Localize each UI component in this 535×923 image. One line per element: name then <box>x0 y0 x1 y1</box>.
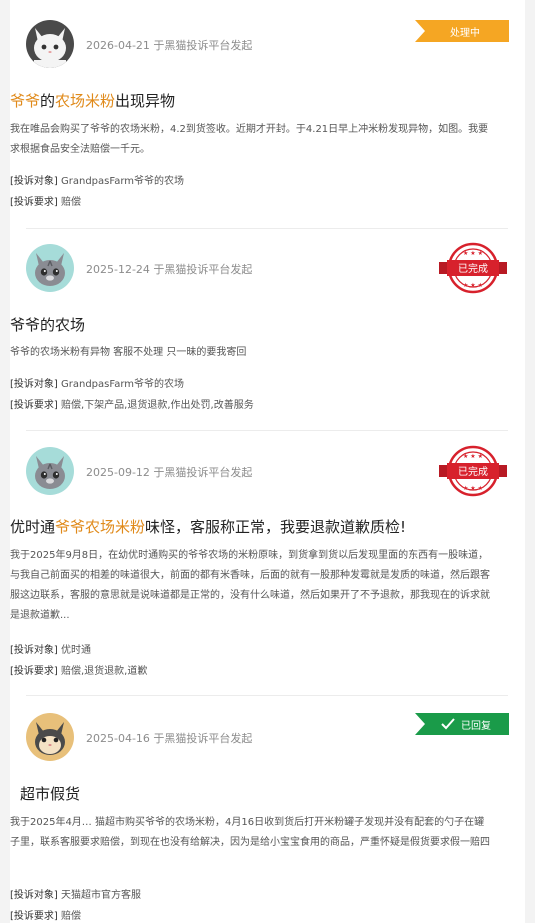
target-label: [投诉对象] <box>10 890 58 901</box>
completed-stamp-icon: 已完成 ★ ★ ★ ★ ★ ★ <box>437 443 509 499</box>
complaint-list: 2026-04-21 于黑猫投诉平台发起 处理中 爷爷的农场米粉出现异物 我在唯… <box>10 0 525 923</box>
title-text: 味怪，客服称正常，我要退款道歉质检! <box>145 518 407 536</box>
complaint-title[interactable]: 超市假货 <box>20 783 80 804</box>
complaint-demand: [投诉要求] 赔偿,下架产品,退货退款,作出处罚,改善服务 <box>10 396 254 411</box>
complaint-target: [投诉对象] GrandpasFarm爷爷的农场 <box>10 375 184 390</box>
complaint-card[interactable]: 2025-12-24 于黑猫投诉平台发起 已完成 ★ ★ ★ ★ ★ ★ 爷爷的… <box>10 242 525 411</box>
complaint-demand: [投诉要求] 赔偿 <box>10 907 81 922</box>
cat-avatar-icon[interactable] <box>26 244 74 292</box>
demand-value: 赔偿,下架产品,退货退款,作出处罚,改善服务 <box>61 400 254 411</box>
target-label: [投诉对象] <box>10 379 58 390</box>
cat-avatar-icon[interactable] <box>26 713 74 761</box>
complaint-description: 我在唯品会购买了爷爷的农场米粉，4.2到货签收。近期才开封。于4.21日早上冲米… <box>10 124 489 155</box>
status-label: 已完成 <box>458 465 488 478</box>
demand-label: [投诉要求] <box>10 911 58 922</box>
demand-value: 赔偿 <box>61 911 81 922</box>
status-label: 已完成 <box>458 262 488 275</box>
demand-value: 赔偿 <box>61 197 81 208</box>
complaint-card[interactable]: 2025-09-12 于黑猫投诉平台发起 已完成 ★ ★ ★ ★ ★ ★ 优时通… <box>10 445 525 677</box>
title-highlight: 农场米粉 <box>55 92 116 110</box>
completed-stamp-icon: 已完成 ★ ★ ★ ★ ★ ★ <box>437 240 509 296</box>
complaint-demand: [投诉要求] 赔偿 <box>10 193 81 208</box>
target-value: 优时通 <box>61 645 91 656</box>
demand-value: 赔偿,退货退款,道歉 <box>61 666 148 677</box>
complaint-meta: 2025-04-16 于黑猫投诉平台发起 <box>86 732 253 745</box>
svg-text:★ ★ ★: ★ ★ ★ <box>463 485 483 492</box>
divider <box>26 695 508 696</box>
complaint-title[interactable]: 爷爷的农场 <box>10 314 85 335</box>
status-badge-replied: 已回复 <box>415 713 509 735</box>
title-text: 的 <box>40 92 56 110</box>
status-label: 已回复 <box>461 720 491 732</box>
svg-text:★ ★ ★: ★ ★ ★ <box>463 453 483 460</box>
demand-label: [投诉要求] <box>10 197 58 208</box>
cat-avatar-icon[interactable] <box>26 20 74 68</box>
svg-text:★ ★ ★: ★ ★ ★ <box>463 250 483 257</box>
divider <box>26 430 508 431</box>
target-label: [投诉对象] <box>10 645 58 656</box>
target-value: 天猫超市官方客服 <box>61 890 141 901</box>
target-label: [投诉对象] <box>10 176 58 187</box>
target-value: GrandpasFarm爷爷的农场 <box>61 379 184 390</box>
demand-label: [投诉要求] <box>10 400 58 411</box>
target-value: GrandpasFarm爷爷的农场 <box>61 176 184 187</box>
complaint-meta: 2026-04-21 于黑猫投诉平台发起 <box>86 39 253 52</box>
divider <box>26 228 508 229</box>
complaint-meta: 2025-12-24 于黑猫投诉平台发起 <box>86 263 253 276</box>
title-highlight: 爷爷农场米粉 <box>55 518 146 536</box>
title-text: 优时通 <box>10 518 56 536</box>
complaint-description: 爷爷的农场米粉有异物 客服不处理 只一昧的要我寄回 <box>10 347 247 358</box>
complaint-title[interactable]: 优时通爷爷农场米粉味怪，客服称正常，我要退款道歉质检! <box>10 516 406 537</box>
complaint-card[interactable]: 2026-04-21 于黑猫投诉平台发起 处理中 爷爷的农场米粉出现异物 我在唯… <box>10 20 525 208</box>
complaint-target: [投诉对象] 天猫超市官方客服 <box>10 886 141 901</box>
check-icon <box>441 718 455 730</box>
title-highlight: 爷爷 <box>10 92 41 110</box>
complaint-title[interactable]: 爷爷的农场米粉出现异物 <box>10 90 175 111</box>
complaint-demand: [投诉要求] 赔偿,退货退款,道歉 <box>10 662 147 677</box>
complaint-meta: 2025-09-12 于黑猫投诉平台发起 <box>86 466 253 479</box>
status-badge-processing: 处理中 <box>415 20 509 42</box>
complaint-target: [投诉对象] GrandpasFarm爷爷的农场 <box>10 172 184 187</box>
status-label: 处理中 <box>450 27 480 39</box>
complaint-description: 我于2025年4月… 猫超市购买爷爷的农场米粉，4月16日收到货后打开米粉罐子发… <box>10 817 490 848</box>
demand-label: [投诉要求] <box>10 666 58 677</box>
title-text: 出现异物 <box>115 92 176 110</box>
complaint-description: 我于2025年9月8日，在幼优时通购买的爷爷农场的米粉原味，到货拿到货以后发现里… <box>10 550 490 621</box>
complaint-target: [投诉对象] 优时通 <box>10 641 91 656</box>
cat-avatar-icon[interactable] <box>26 447 74 495</box>
complaint-card[interactable]: 2025-04-16 于黑猫投诉平台发起 已回复 超市假货 我于2025年4月…… <box>10 713 525 922</box>
svg-text:★ ★ ★: ★ ★ ★ <box>463 282 483 289</box>
